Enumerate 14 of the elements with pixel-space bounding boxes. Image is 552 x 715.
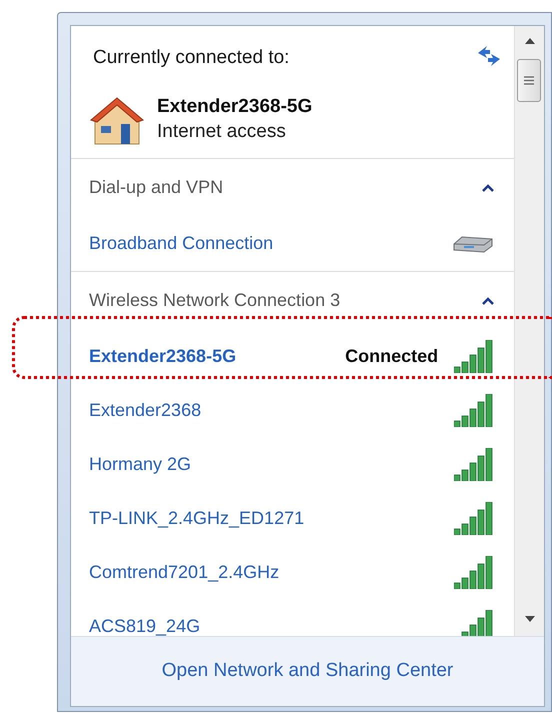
network-name[interactable]: ACS819_24G — [89, 613, 200, 636]
network-name[interactable]: Broadband Connection — [89, 230, 274, 257]
network-name[interactable]: Hormany 2G — [89, 451, 192, 478]
network-status: Connected — [345, 345, 438, 368]
header-title: Currently connected to: — [93, 46, 290, 70]
network-name[interactable]: TP-LINK_2.4GHz_ED1271 — [89, 505, 304, 532]
network-center-link[interactable]: Open Network and Sharing Center — [162, 657, 454, 686]
current-network-name: Extender2368-5G — [157, 95, 312, 119]
network-name[interactable]: Comtrend7201_2.4GHz — [89, 559, 280, 586]
section-header: Dial-up and VPN — [89, 176, 224, 199]
network-name[interactable]: Extender2368-5G — [89, 343, 236, 370]
section-header: Wireless Network Connection 3 — [89, 289, 340, 312]
connection-status: Internet access — [157, 120, 287, 144]
network-name[interactable]: Extender2368 — [89, 397, 202, 424]
